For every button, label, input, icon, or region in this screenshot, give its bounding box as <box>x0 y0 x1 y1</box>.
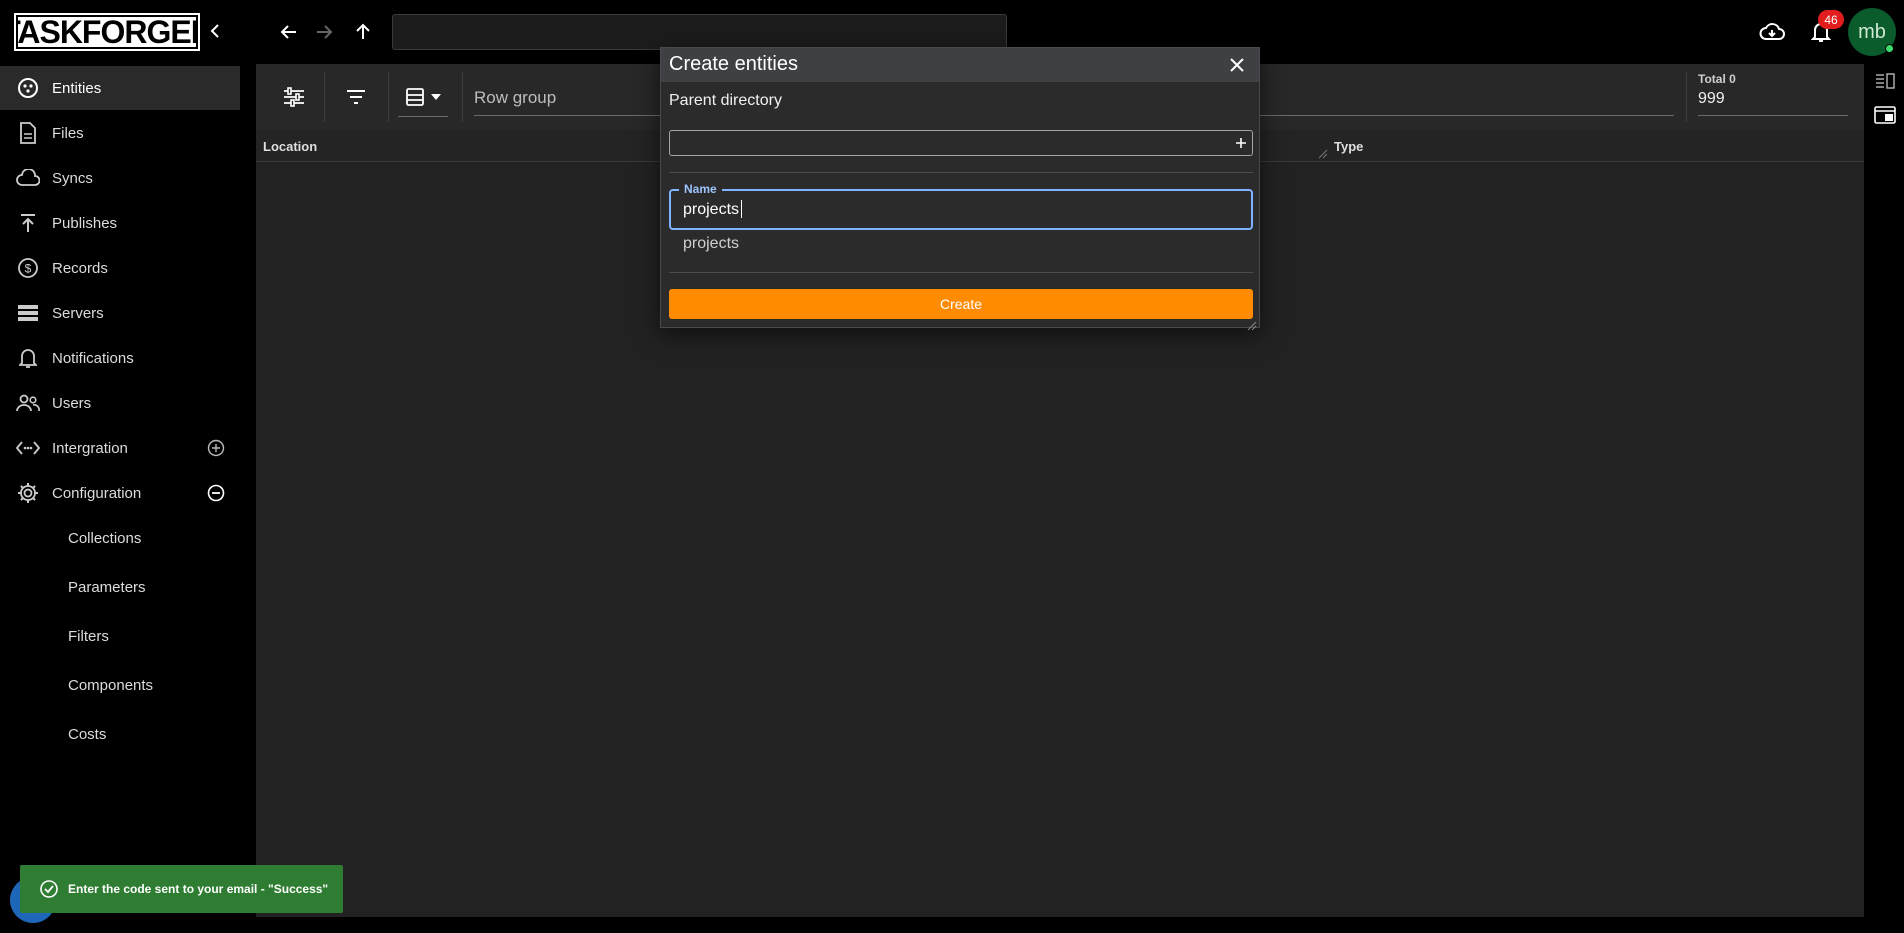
sidebar-item-records[interactable]: $ Records <box>0 246 240 290</box>
sidebar-subitem-components[interactable]: Components <box>0 665 240 705</box>
collapse-minus-icon[interactable] <box>206 483 226 503</box>
toast-message: Enter the code sent to your email - "Suc… <box>68 882 329 896</box>
parent-directory-label: Parent directory <box>669 92 782 109</box>
sidebar-item-entities[interactable]: Entities <box>0 66 240 110</box>
sidebar-item-label: Publishes <box>52 214 118 232</box>
dialog-title: Create entities <box>669 53 798 75</box>
sidebar-item-label: Intergration <box>52 439 128 457</box>
arrow-back-icon[interactable] <box>272 16 306 48</box>
sidebar-item-label: Users <box>52 394 92 412</box>
sidebar-item-publishes[interactable]: Publishes <box>0 201 240 245</box>
toolbar-divider <box>388 72 389 122</box>
add-icon[interactable] <box>1230 133 1252 153</box>
column-header-type[interactable]: Type <box>1334 139 1363 154</box>
column-header-location[interactable]: Location <box>263 139 317 154</box>
code-icon <box>16 436 40 460</box>
close-icon[interactable] <box>1224 52 1250 78</box>
notification-badge: 46 <box>1818 10 1844 29</box>
arrow-forward-icon[interactable] <box>307 16 341 48</box>
sidebar-subitem-costs[interactable]: Costs <box>0 714 240 754</box>
cloud-download-icon[interactable] <box>1756 16 1788 48</box>
toolbar-divider <box>1686 72 1687 122</box>
path-input[interactable] <box>392 14 1007 50</box>
view-list-icon <box>406 87 424 106</box>
app-logo[interactable]: TASKFORGER <box>1 13 214 51</box>
total-value-field[interactable]: 999 <box>1698 90 1848 116</box>
caret-down-icon <box>431 93 441 100</box>
entities-icon <box>16 76 40 100</box>
success-toast: Enter the code sent to your email - "Suc… <box>20 865 343 913</box>
sidebar-item-notifications[interactable]: Notifications <box>0 336 240 380</box>
online-status-dot <box>1885 44 1894 53</box>
dollar-circle-icon: $ <box>16 256 40 280</box>
name-field[interactable]: Name <box>669 182 1253 230</box>
tune-icon[interactable] <box>274 77 314 117</box>
panel-window-icon[interactable] <box>1872 102 1898 128</box>
sidebar-item-label: Records <box>52 259 108 277</box>
sidebar-subitem-filters[interactable]: Filters <box>0 616 240 656</box>
name-field-label: Name <box>679 182 722 196</box>
panel-list-icon[interactable] <box>1872 68 1898 94</box>
text-caret <box>741 200 742 218</box>
server-icon <box>16 301 40 325</box>
sidebar-item-label: Entities <box>52 79 102 97</box>
chevron-left-icon[interactable] <box>204 18 226 44</box>
sidebar-item-users[interactable]: Users <box>0 381 240 425</box>
svg-text:$: $ <box>25 262 32 276</box>
app-root: TASKFORGER 46 mb Entities Files Syncs Pu… <box>0 0 1904 933</box>
sidebar-subitem-parameters[interactable]: Parameters <box>0 567 240 607</box>
sidebar: Entities Files Syncs Publishes $ Records… <box>0 64 256 933</box>
gear-icon <box>16 481 40 505</box>
arrow-up-icon[interactable] <box>346 16 380 48</box>
sidebar-item-label: Files <box>52 124 84 142</box>
create-button[interactable]: Create <box>669 289 1253 319</box>
parent-directory-field[interactable] <box>669 130 1253 156</box>
sidebar-item-label: Configuration <box>52 484 142 502</box>
users-icon <box>16 391 40 415</box>
sidebar-item-syncs[interactable]: Syncs <box>0 156 240 200</box>
total-label: Total 0 <box>1698 72 1736 86</box>
divider <box>669 272 1253 273</box>
file-icon <box>16 121 40 145</box>
name-input[interactable] <box>683 199 1243 221</box>
sidebar-item-servers[interactable]: Servers <box>0 291 240 335</box>
create-entities-dialog: Create entities Parent directory Name pr… <box>660 47 1260 331</box>
cloud-sync-icon <box>16 166 40 190</box>
expand-plus-icon[interactable] <box>206 438 226 458</box>
sidebar-item-label: Notifications <box>52 349 134 367</box>
column-resize-handle[interactable] <box>1318 146 1328 159</box>
toolbar-divider <box>462 72 463 122</box>
sidebar-item-integration[interactable]: Intergration <box>0 426 240 470</box>
publish-icon <box>16 211 40 235</box>
autocomplete-suggestion[interactable]: projects <box>683 235 739 253</box>
sidebar-item-files[interactable]: Files <box>0 111 240 155</box>
sidebar-subitem-collections[interactable]: Collections <box>0 518 240 558</box>
sidebar-item-label: Syncs <box>52 169 93 187</box>
toolbar-divider <box>324 72 325 122</box>
check-circle-icon <box>40 880 58 898</box>
divider <box>669 172 1253 173</box>
bell-icon <box>16 346 40 370</box>
right-rail <box>1864 64 1904 933</box>
dialog-resize-handle[interactable] <box>1247 318 1257 331</box>
sidebar-item-configuration[interactable]: Configuration <box>0 471 240 515</box>
sidebar-item-label: Servers <box>52 304 104 322</box>
view-select[interactable] <box>398 77 448 117</box>
dialog-header[interactable]: Create entities <box>661 48 1259 82</box>
filter-icon[interactable] <box>336 77 376 117</box>
